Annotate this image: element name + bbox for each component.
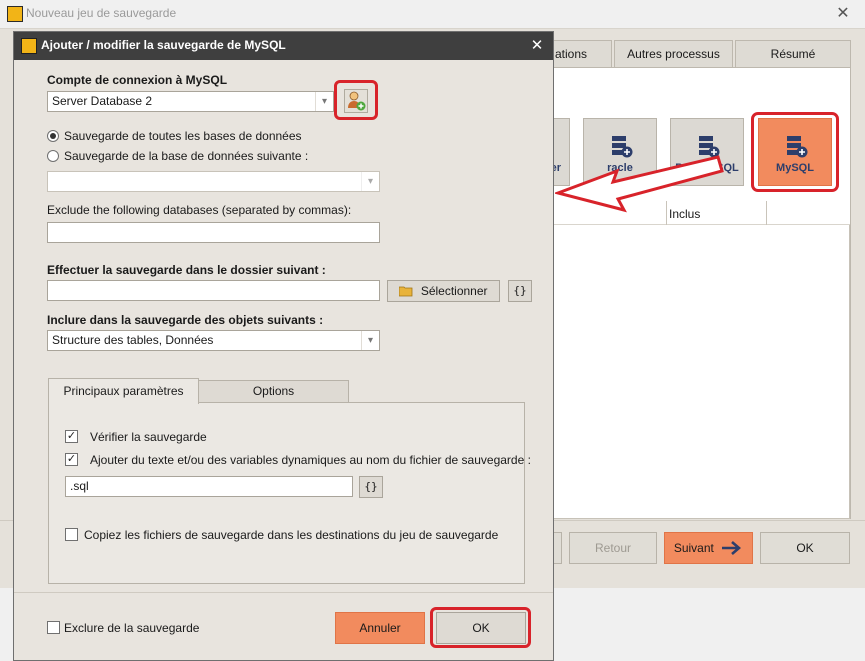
radio-single-database[interactable] [47,150,59,162]
mysql-highlight-frame [751,112,839,192]
tab-autres-processus[interactable]: Autres processus [614,40,733,68]
include-objects-select[interactable]: Structure des tables, Données ▾ [47,330,380,351]
account-label: Compte de connexion à MySQL [47,73,228,87]
retour-button[interactable]: Retour [569,532,657,564]
annotation-arrow [555,155,724,213]
grid-column-divider [766,201,767,225]
radio-single-label: Sauvegarde de la base de données suivant… [64,149,309,163]
radio-all-label: Sauvegarde de toutes les bases de donnée… [64,129,302,143]
verify-backup-label: Vérifier la sauvegarde [90,430,207,444]
exclude-from-backup-label: Exclure de la sauvegarde [64,621,200,635]
include-objects-value: Structure des tables, Données [52,333,214,347]
dialog-title: Ajouter / modifier la sauvegarde de MySQ… [41,38,286,52]
add-text-label: Ajouter du texte et/ou des variables dyn… [90,453,531,467]
suivant-button[interactable]: Suivant [664,532,753,564]
verify-backup-checkbox[interactable]: ✓ [65,430,78,443]
suffix-variables-button[interactable]: {} [359,476,383,498]
background-close-icon[interactable]: ✕ [828,3,858,25]
databases-grid [550,201,850,519]
cancel-button[interactable]: Annuler [335,612,425,644]
account-value: Server Database 2 [52,94,153,108]
tab-principaux-parametres[interactable]: Principaux paramètres [48,378,199,404]
dialog-close-icon[interactable]: ✕ [526,35,548,57]
suivant-label: Suivant [673,541,714,555]
add-text-checkbox[interactable]: ✓ [65,453,78,466]
app-logo-icon [21,38,37,54]
chevron-down-icon: ▾ [361,331,379,350]
select-folder-button[interactable]: Sélectionner [387,280,500,302]
filename-suffix-input[interactable]: .sql [65,476,353,497]
folder-input[interactable] [47,280,380,301]
exclude-databases-input[interactable] [47,222,380,243]
chevron-down-icon: ▾ [361,172,379,191]
select-folder-label: Sélectionner [420,284,488,298]
arrow-right-icon [722,541,742,555]
mysql-backup-dialog: Ajouter / modifier la sauvegarde de MySQ… [13,31,554,661]
background-window-title: Nouveau jeu de sauvegarde [26,6,177,20]
tab-options[interactable]: Options [198,380,349,403]
chevron-down-icon: ▾ [315,92,333,111]
exclude-from-backup-checkbox[interactable] [47,621,60,634]
folder-label: Effectuer la sauvegarde dans le dossier … [47,263,326,277]
add-account-highlight-frame [334,80,378,120]
folder-icon [399,286,413,297]
tab-resume[interactable]: Résumé [735,40,851,68]
radio-all-databases[interactable] [47,130,59,142]
copy-to-destinations-checkbox[interactable] [65,528,78,541]
account-select[interactable]: Server Database 2 ▾ [47,91,334,112]
exclude-databases-label: Exclude the following databases (separat… [47,203,352,217]
app-logo-icon [7,6,23,22]
dialog-footer-divider [14,592,553,593]
single-database-select[interactable]: ▾ [47,171,380,192]
copy-to-destinations-label: Copiez les fichiers de sauvegarde dans l… [84,528,499,542]
include-objects-label: Inclure dans la sauvegarde des objets su… [47,313,324,327]
folder-variables-button[interactable]: {} [508,280,532,302]
background-ok-button[interactable]: OK [760,532,850,564]
ok-highlight-frame [430,607,531,648]
